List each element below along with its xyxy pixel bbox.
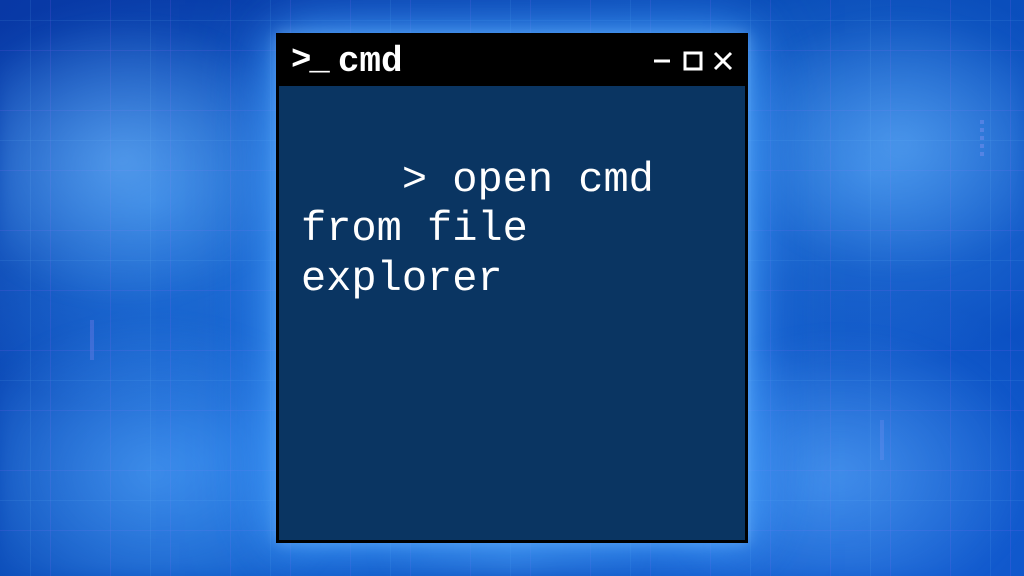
- terminal-prompt-icon: >_: [291, 44, 328, 78]
- minimize-icon: [652, 50, 674, 72]
- maximize-button[interactable]: [681, 49, 705, 73]
- close-icon: [712, 50, 734, 72]
- terminal-body[interactable]: > open cmd from file explorer: [279, 86, 745, 374]
- maximize-icon: [682, 50, 704, 72]
- minimize-button[interactable]: [651, 49, 675, 73]
- window-controls: [651, 49, 735, 73]
- window-title: cmd: [338, 41, 641, 82]
- terminal-window: >_ cmd > open cmd from file explorer: [276, 33, 748, 543]
- close-button[interactable]: [711, 49, 735, 73]
- terminal-content: > open cmd from file explorer: [301, 156, 679, 303]
- titlebar[interactable]: >_ cmd: [279, 36, 745, 86]
